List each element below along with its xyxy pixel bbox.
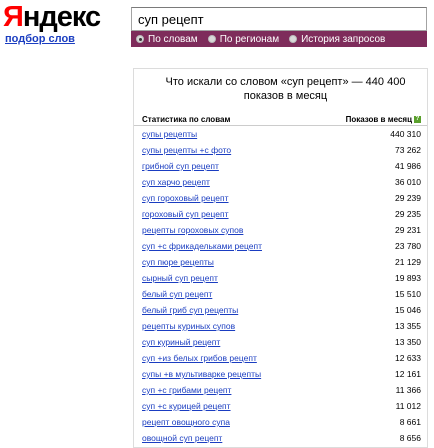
impressions-count: 11 012: [395, 401, 421, 411]
service-link[interactable]: подбор слов: [5, 33, 75, 45]
query-link[interactable]: суп пюре рецепты: [142, 257, 214, 267]
impressions-count: 13 350: [395, 337, 421, 347]
tab-by-regions[interactable]: По регионам: [207, 33, 280, 45]
impressions-count: 19 893: [395, 273, 421, 283]
impressions-count: 29 231: [395, 225, 421, 235]
column-header-words: Статистика по словам: [142, 114, 231, 124]
query-link[interactable]: супы рецепты: [142, 129, 197, 139]
query-link[interactable]: суп +из белых грибов рецепт: [142, 353, 257, 363]
impressions-count: 440 310: [390, 129, 421, 139]
table-row: рецепты гороховых супов 29 231: [134, 222, 427, 238]
column-header-impressions: Показов в месяц: [345, 114, 412, 124]
impressions-count: 29 239: [395, 193, 421, 203]
table-row: гороховый суп рецепт 29 235: [134, 206, 427, 222]
impressions-count: 12 633: [395, 353, 421, 363]
tab-label: По регионам: [219, 33, 280, 45]
impressions-count: 15 510: [395, 289, 421, 299]
query-link[interactable]: суп +с курицей рецепт: [142, 401, 231, 411]
table-header: Статистика по словам Показов в месяц?: [134, 113, 427, 126]
table-body: супы рецепты 440 310 супы рецепты +с фото 7…: [134, 126, 427, 446]
impressions-count: 36 010: [395, 177, 421, 187]
query-link[interactable]: рецепты гороховых супов: [142, 225, 243, 235]
query-link[interactable]: суп харчо рецепт: [142, 177, 210, 187]
query-link[interactable]: овощной суп рецепт: [142, 433, 222, 443]
query-link[interactable]: суп куриный рецепт: [142, 337, 220, 347]
query-link[interactable]: сырный суп рецепт: [142, 273, 218, 283]
table-row: овощной суп рецепт 8 656: [134, 430, 427, 446]
search-area: По словам По регионам История запросов: [131, 7, 427, 47]
query-link[interactable]: суп гороховый рецепт: [142, 193, 229, 203]
impressions-count: 73 262: [395, 145, 421, 155]
table-row: суп пюре рецепты 21 129: [134, 254, 427, 270]
impressions-count: 29 235: [395, 209, 421, 219]
query-link[interactable]: суп +с фрикадельками рецепт: [142, 241, 262, 251]
impressions-count: 8 656: [399, 433, 421, 443]
query-link[interactable]: белый суп рецепт: [142, 289, 212, 299]
impressions-count: 23 780: [395, 241, 421, 251]
table-row: суп гороховый рецепт 29 239: [134, 190, 427, 206]
query-link[interactable]: рецепт овощного супа: [142, 417, 230, 427]
tab-label: История запросов: [301, 33, 386, 45]
query-link[interactable]: белый гриб суп рецепты: [142, 305, 238, 315]
table-row: сырный суп рецепт 19 893: [134, 270, 427, 286]
query-link[interactable]: грибной суп рецепт: [142, 161, 219, 171]
search-mode-tabs: По словам По регионам История запросов: [131, 31, 427, 47]
table-row: суп +с курицей рецепт 11 012: [134, 398, 427, 414]
stats-panel: Что искали со словом «суп рецепт» — 440 …: [133, 68, 428, 448]
impressions-count: 21 129: [395, 257, 421, 267]
radio-icon[interactable]: [289, 35, 298, 43]
table-row: суп +с фрикадельками рецепт 23 780: [134, 238, 427, 254]
radio-checked-icon[interactable]: [136, 35, 144, 43]
table-row: грибной суп рецепт 41 986: [134, 158, 427, 174]
panel-title: Что искали со словом «суп рецепт» — 440 …: [165, 76, 406, 102]
logo-first-letter: Я: [3, 1, 24, 33]
impressions-count: 15 046: [395, 305, 421, 315]
table-row: белый гриб суп рецепты 15 046: [134, 302, 427, 318]
query-link[interactable]: суп +с грибами рецепт: [142, 385, 231, 395]
tab-by-words[interactable]: По словам: [136, 34, 198, 45]
impressions-count: 8 661: [399, 417, 421, 427]
table-row: супы рецепты +с фото 73 262: [134, 142, 427, 158]
tab-label: По словам: [148, 33, 198, 45]
radio-icon[interactable]: [207, 35, 216, 43]
impressions-count: 41 986: [395, 161, 421, 171]
table-row: суп харчо рецепт 36 010: [134, 174, 427, 190]
column-header-impressions-wrap: Показов в месяц?: [346, 115, 421, 124]
logo-rest: ндекс: [22, 1, 101, 33]
impressions-count: 12 161: [395, 369, 421, 379]
query-link[interactable]: рецепты куриных супов: [142, 321, 235, 331]
yandex-logo[interactable]: Яндекс: [3, 1, 101, 33]
impressions-count: 11 366: [395, 385, 421, 395]
query-link[interactable]: супы +в мультиварке рецепты: [142, 369, 261, 379]
table-row: рецепты куриных супов 13 355: [134, 318, 427, 334]
tab-query-history[interactable]: История запросов: [289, 34, 385, 45]
table-row: белый суп рецепт 15 510: [134, 286, 427, 302]
query-link[interactable]: гороховый суп рецепт: [142, 209, 229, 219]
table-row: супы +в мультиварке рецепты 12 161: [134, 366, 427, 382]
table-row: суп +из белых грибов рецепт 12 633: [134, 350, 427, 366]
help-icon[interactable]: ?: [414, 115, 421, 123]
table-row: суп куриный рецепт 13 350: [134, 334, 427, 350]
table-row: супы рецепты 440 310: [134, 126, 427, 142]
table-row: суп +с грибами рецепт 11 366: [134, 382, 427, 398]
search-input[interactable]: [131, 7, 427, 31]
table-row: рецепт овощного супа 8 661: [134, 414, 427, 430]
impressions-count: 13 355: [395, 321, 421, 331]
query-link[interactable]: супы рецепты +с фото: [142, 145, 231, 155]
